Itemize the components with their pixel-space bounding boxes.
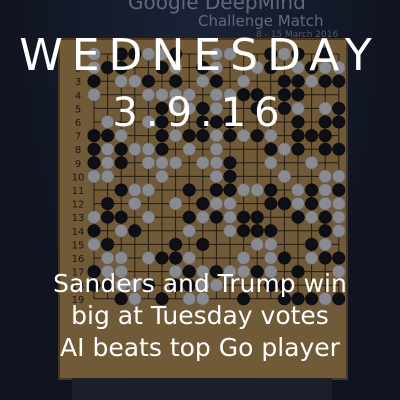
news-line-3: AI beats top Go player [60,333,340,362]
news-line-1: Sanders and Trump win [53,269,347,298]
news-summary: Sanders and Trump win big at Tuesday vot… [0,268,400,364]
graphic-canvas: Google DeepMind Challenge Match 8 - 15 M… [0,0,400,400]
news-line-2: big at Tuesday votes [71,301,329,330]
day-heading: WEDNESDAY [19,30,381,81]
date-heading: 3.9.16 [112,90,288,136]
